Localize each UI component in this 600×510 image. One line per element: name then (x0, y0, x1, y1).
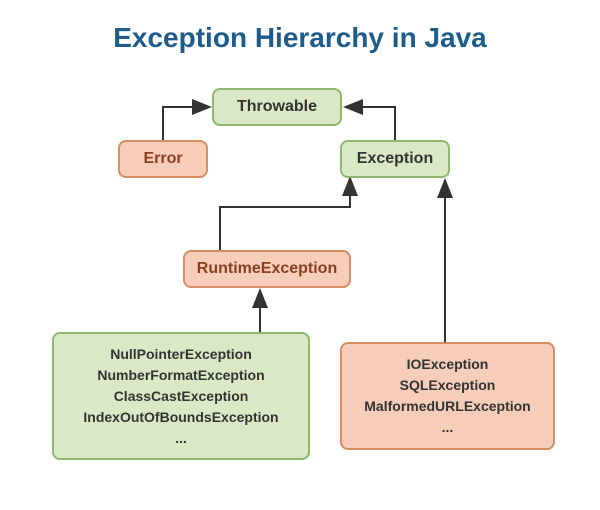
page-title: Exception Hierarchy in Java (0, 0, 600, 54)
runtime-child-line: NumberFormatException (97, 365, 264, 386)
node-exception: Exception (340, 140, 450, 178)
checked-child-line: SQLException (400, 375, 496, 396)
node-throwable: Throwable (212, 88, 342, 126)
runtime-child-line: ClassCastException (114, 386, 249, 407)
diagram-canvas: Throwable Error Exception RuntimeExcepti… (0, 72, 600, 502)
checked-child-line: MalformedURLException (364, 396, 530, 417)
node-runtime-exception: RuntimeException (183, 250, 351, 288)
runtime-child-line: ... (175, 428, 187, 449)
checked-child-line: ... (442, 417, 454, 438)
runtime-child-line: IndexOutOfBoundsException (83, 407, 278, 428)
node-runtime-children: NullPointerException NumberFormatExcepti… (52, 332, 310, 460)
node-error: Error (118, 140, 208, 178)
checked-child-line: IOException (407, 354, 489, 375)
node-checked-children: IOException SQLException MalformedURLExc… (340, 342, 555, 450)
runtime-child-line: NullPointerException (110, 344, 252, 365)
